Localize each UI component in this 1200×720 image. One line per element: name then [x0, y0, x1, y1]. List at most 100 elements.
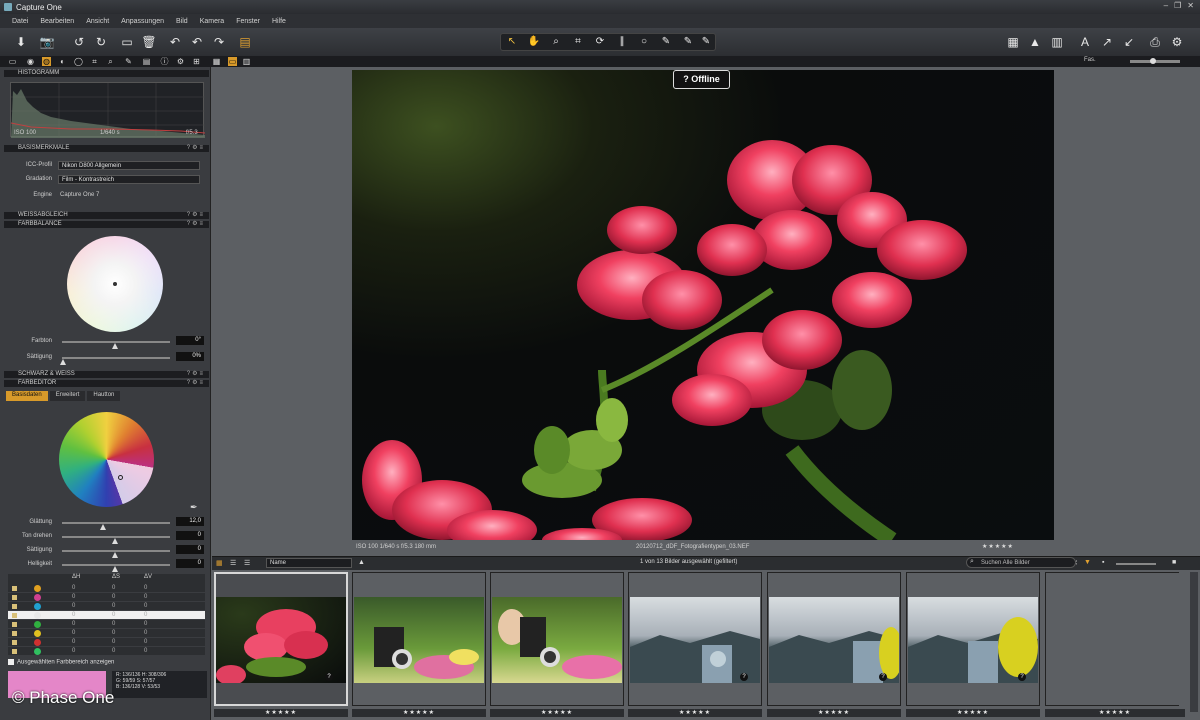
exposure-warning-icon[interactable]: ▲ — [1026, 33, 1044, 51]
thumbnail-frame-7[interactable] — [1045, 572, 1179, 706]
thumbnail-6[interactable] — [908, 597, 1038, 683]
color-balance-point[interactable] — [113, 282, 117, 286]
viewer-view-icon[interactable]: ▭ — [228, 57, 237, 66]
maximize-button[interactable]: ❐ — [1174, 1, 1181, 10]
row-checkbox[interactable] — [12, 595, 17, 600]
color-range-row[interactable]: 0 0 0 — [8, 602, 205, 611]
spot-removal-icon[interactable]: ○ — [635, 35, 653, 49]
settings-icon[interactable]: ⚙ — [1168, 33, 1186, 51]
color-range-row[interactable]: 0 0 0 — [8, 638, 205, 647]
select-cursor-icon[interactable]: ↖ — [503, 35, 521, 49]
thumb-rating-7[interactable]: ★★★★★ — [1045, 709, 1185, 717]
color-range-row[interactable]: 0 0 0 — [8, 584, 205, 593]
grid-icon[interactable]: ▦ — [1004, 33, 1022, 51]
proof-icon[interactable]: ▥ — [1048, 33, 1066, 51]
hue-rotation-slider[interactable] — [62, 536, 170, 538]
row-checkbox[interactable] — [12, 613, 17, 618]
library-tab-icon[interactable]: ▭ — [8, 57, 17, 66]
menu-fenster[interactable]: Fenster — [236, 18, 260, 25]
thumb-rating-1[interactable]: ★★★★★ — [214, 709, 348, 717]
exposure-tab-icon[interactable]: ◐ — [58, 57, 67, 66]
text-icon[interactable]: A — [1076, 33, 1094, 51]
picker-icon[interactable]: ✎ — [679, 35, 697, 49]
adjustments-tab-icon[interactable]: ▤ — [142, 57, 151, 66]
camera-icon[interactable]: 📷 — [38, 33, 56, 51]
rotate-right-icon[interactable]: ↻ — [92, 33, 110, 51]
hue-slider[interactable] — [62, 341, 170, 343]
menu-anpassungen[interactable]: Anpassungen — [121, 18, 164, 25]
search-input[interactable]: Suchen Alle Bilder — [966, 557, 1076, 568]
row-checkbox[interactable] — [12, 622, 17, 627]
color-range-row[interactable]: 0 0 0 — [8, 593, 205, 602]
viewer-size-knob[interactable] — [1150, 58, 1156, 64]
section-tools-icon[interactable]: ?⚙≡ — [187, 380, 205, 387]
main-photo[interactable] — [352, 70, 1054, 540]
expand-icon[interactable]: ↗ — [1098, 33, 1116, 51]
row-checkbox[interactable] — [12, 586, 17, 591]
minimize-button[interactable]: – — [1164, 1, 1168, 10]
lens-tab-icon[interactable]: ◯ — [74, 57, 83, 66]
smoothness-slider[interactable] — [62, 522, 170, 524]
close-button[interactable]: ✕ — [1187, 1, 1194, 10]
row-checkbox[interactable] — [12, 631, 17, 636]
collapse-icon[interactable]: ↙ — [1120, 33, 1138, 51]
filmstrip-view-icon[interactable]: ☰ — [244, 559, 250, 567]
details-tab-icon[interactable]: ⌕ — [106, 57, 115, 66]
bw-header[interactable]: Schwarz & Weiß ?⚙≡ — [4, 371, 209, 378]
hue-rotation-value[interactable]: 0 — [176, 531, 204, 540]
show-selected-checkbox[interactable]: Ausgewählten Farbbereich anzeigen — [8, 659, 114, 666]
thumbnail-2[interactable] — [354, 597, 484, 683]
color-tab-icon[interactable]: ◍ — [42, 57, 51, 66]
thumbnail-5[interactable] — [769, 597, 899, 683]
redo-icon[interactable]: ↷ — [210, 33, 228, 51]
tab-basic[interactable]: Basisdaten — [6, 391, 48, 401]
reset-icon[interactable]: ↶ — [166, 33, 184, 51]
menu-datei[interactable]: Datei — [12, 18, 28, 25]
saturation-value[interactable]: 0% — [176, 352, 204, 361]
menu-bild[interactable]: Bild — [176, 18, 188, 25]
curve-select[interactable]: Film - Kontrastreich — [58, 175, 200, 184]
import-icon[interactable]: ⬇ — [12, 33, 30, 51]
color-editor-point[interactable] — [118, 475, 123, 480]
color-editor-header[interactable]: Farbeditor ?⚙≡ — [4, 380, 209, 387]
section-tools-icon[interactable]: ?⚙≡ — [187, 145, 205, 152]
copy-adjustments-icon[interactable]: ▤ — [236, 33, 254, 51]
icc-profile-select[interactable]: Nikon D800 Allgemein — [58, 161, 200, 170]
section-tools-icon[interactable]: ?⚙≡ — [187, 212, 205, 219]
thumb-rating-4[interactable]: ★★★★★ — [628, 709, 762, 717]
photo-rating[interactable]: ★★★★★ — [982, 543, 1014, 550]
brush-icon[interactable]: ✎ — [657, 35, 675, 49]
saturation-slider[interactable] — [62, 357, 170, 359]
ce-saturation-value[interactable]: 0 — [176, 545, 204, 554]
filter-icon[interactable]: ▼ — [1084, 559, 1091, 566]
lightness-slider[interactable] — [62, 564, 170, 566]
keystone-icon[interactable]: ∥ — [613, 35, 631, 49]
browser-view-icon[interactable]: ▥ — [242, 57, 251, 66]
thumb-rating-3[interactable]: ★★★★★ — [490, 709, 624, 717]
section-tools-icon[interactable]: ?⚙≡ — [187, 221, 205, 228]
batch-tab-icon[interactable]: ⊞ — [192, 57, 201, 66]
color-range-row[interactable]: 0 0 0 — [8, 647, 205, 656]
color-picker-icon[interactable]: ✒ — [190, 502, 200, 512]
copy-apply-icon[interactable]: ✎ — [697, 35, 715, 49]
white-balance-header[interactable]: Weissabgleich ?⚙≡ — [4, 212, 209, 219]
section-tools-icon[interactable]: ?⚙≡ — [187, 371, 205, 378]
histogram-header[interactable]: Histogramm — [4, 70, 209, 77]
ce-saturation-slider[interactable] — [62, 550, 170, 552]
color-range-row[interactable]: 0 0 0 — [8, 611, 205, 620]
menu-ansicht[interactable]: Ansicht — [86, 18, 109, 25]
grid-view-icon[interactable]: ▦ — [212, 57, 221, 66]
zoom-icon[interactable]: ⌕ — [547, 35, 565, 49]
output-tab-icon[interactable]: ⚙ — [176, 57, 185, 66]
hue-value[interactable]: 0° — [176, 336, 204, 345]
tab-advanced[interactable]: Erweitert — [49, 391, 86, 401]
thumbnail-3[interactable] — [492, 597, 622, 683]
row-checkbox[interactable] — [12, 649, 17, 654]
folder-icon[interactable]: ▭ — [118, 33, 136, 51]
thumb-rating-6[interactable]: ★★★★★ — [906, 709, 1040, 717]
composition-tab-icon[interactable]: ⌗ — [90, 57, 99, 66]
color-range-row[interactable]: 0 0 0 — [8, 620, 205, 629]
checkbox-box[interactable] — [8, 659, 14, 665]
capture-tab-icon[interactable]: ◉ — [26, 57, 35, 66]
rotate-tool-icon[interactable]: ⟳ — [591, 35, 609, 49]
